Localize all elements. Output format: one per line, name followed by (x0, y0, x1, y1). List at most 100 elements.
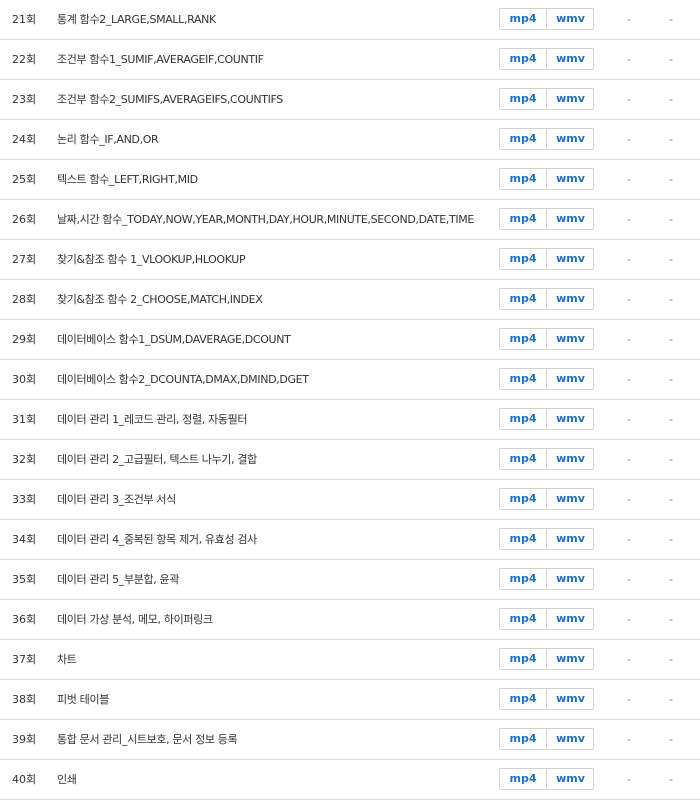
empty-cell: - (627, 733, 631, 746)
wmv-download-button[interactable]: wmv (547, 249, 594, 269)
mp4-download-button[interactable]: mp4 (500, 49, 547, 69)
download-button-group: mp4 wmv (499, 128, 594, 150)
lecture-number: 38회 (12, 693, 37, 706)
wmv-download-button[interactable]: wmv (547, 289, 594, 309)
download-button-group: mp4 wmv (499, 528, 594, 550)
lecture-title: 찾기&참조 함수 1_VLOOKUP,HLOOKUP (57, 253, 246, 266)
lecture-title: 피벗 테이블 (57, 693, 109, 706)
wmv-download-button[interactable]: wmv (547, 49, 594, 69)
empty-cell: - (669, 613, 673, 626)
lecture-row: 28회 찾기&참조 함수 2_CHOOSE,MATCH,INDEX mp4 wmv - - (0, 280, 700, 320)
lecture-number: 26회 (12, 213, 37, 226)
mp4-download-button[interactable]: mp4 (500, 289, 547, 309)
mp4-download-button[interactable]: mp4 (500, 609, 547, 629)
download-button-group: mp4 wmv (499, 368, 594, 390)
wmv-download-button[interactable]: wmv (547, 689, 594, 709)
mp4-download-button[interactable]: mp4 (500, 449, 547, 469)
lecture-number: 27회 (12, 253, 37, 266)
wmv-download-button[interactable]: wmv (547, 9, 594, 29)
download-button-group: mp4 wmv (499, 8, 594, 30)
lecture-number: 32회 (12, 453, 37, 466)
lecture-number: 37회 (12, 653, 37, 666)
wmv-download-button[interactable]: wmv (547, 89, 594, 109)
mp4-download-button[interactable]: mp4 (500, 689, 547, 709)
lecture-title: 데이터 관리 1_레코드 관리, 정렬, 자동필터 (57, 413, 248, 426)
empty-cell: - (669, 213, 673, 226)
mp4-download-button[interactable]: mp4 (500, 129, 547, 149)
download-button-group: mp4 wmv (499, 608, 594, 630)
mp4-download-button[interactable]: mp4 (500, 649, 547, 669)
download-button-group: mp4 wmv (499, 48, 594, 70)
wmv-download-button[interactable]: wmv (547, 409, 594, 429)
empty-cell: - (669, 693, 673, 706)
wmv-download-button[interactable]: wmv (547, 729, 594, 749)
lecture-row: 27회 찾기&참조 함수 1_VLOOKUP,HLOOKUP mp4 wmv - - (0, 240, 700, 280)
empty-cell: - (669, 453, 673, 466)
lecture-row: 29회 데이터베이스 함수1_DSUM,DAVERAGE,DCOUNT mp4 wmv… (0, 320, 700, 360)
empty-cell: - (669, 493, 673, 506)
wmv-download-button[interactable]: wmv (547, 609, 594, 629)
mp4-download-button[interactable]: mp4 (500, 769, 547, 789)
empty-cell: - (627, 573, 631, 586)
wmv-download-button[interactable]: wmv (547, 129, 594, 149)
download-button-group: mp4 wmv (499, 448, 594, 470)
empty-cell: - (627, 373, 631, 386)
mp4-download-button[interactable]: mp4 (500, 409, 547, 429)
empty-cell: - (669, 533, 673, 546)
lecture-number: 36회 (12, 613, 37, 626)
lecture-number: 29회 (12, 333, 37, 346)
empty-cell: - (669, 573, 673, 586)
wmv-download-button[interactable]: wmv (547, 649, 594, 669)
download-button-group: mp4 wmv (499, 248, 594, 270)
lecture-number: 21회 (12, 13, 37, 26)
lecture-title: 찾기&참조 함수 2_CHOOSE,MATCH,INDEX (57, 293, 263, 306)
lecture-row: 37회 차트 mp4 wmv - - (0, 640, 700, 680)
lecture-title: 데이터 관리 4_중복된 항목 제거, 유효성 검사 (57, 533, 257, 546)
mp4-download-button[interactable]: mp4 (500, 169, 547, 189)
empty-cell: - (669, 373, 673, 386)
mp4-download-button[interactable]: mp4 (500, 369, 547, 389)
lecture-row: 35회 데이터 관리 5_부분합, 윤곽 mp4 wmv - - (0, 560, 700, 600)
lecture-title: 데이터베이스 함수1_DSUM,DAVERAGE,DCOUNT (57, 333, 291, 346)
mp4-download-button[interactable]: mp4 (500, 529, 547, 549)
lecture-row: 23회 조건부 함수2_SUMIFS,AVERAGEIFS,COUNTIFS mp4… (0, 80, 700, 120)
download-button-group: mp4 wmv (499, 648, 594, 670)
lecture-number: 40회 (12, 773, 37, 786)
mp4-download-button[interactable]: mp4 (500, 249, 547, 269)
mp4-download-button[interactable]: mp4 (500, 329, 547, 349)
wmv-download-button[interactable]: wmv (547, 529, 594, 549)
lecture-title: 차트 (57, 653, 77, 666)
wmv-download-button[interactable]: wmv (547, 769, 594, 789)
mp4-download-button[interactable]: mp4 (500, 569, 547, 589)
empty-cell: - (627, 13, 631, 26)
mp4-download-button[interactable]: mp4 (500, 89, 547, 109)
lecture-title: 논리 함수_IF,AND,OR (57, 133, 159, 146)
lecture-title: 데이터 관리 3_조건부 서식 (57, 493, 176, 506)
wmv-download-button[interactable]: wmv (547, 569, 594, 589)
mp4-download-button[interactable]: mp4 (500, 489, 547, 509)
wmv-download-button[interactable]: wmv (547, 369, 594, 389)
wmv-download-button[interactable]: wmv (547, 489, 594, 509)
lecture-number: 22회 (12, 53, 37, 66)
empty-cell: - (627, 533, 631, 546)
empty-cell: - (627, 693, 631, 706)
lecture-number: 33회 (12, 493, 37, 506)
mp4-download-button[interactable]: mp4 (500, 209, 547, 229)
wmv-download-button[interactable]: wmv (547, 449, 594, 469)
empty-cell: - (627, 133, 631, 146)
lecture-row: 36회 데이터 가상 분석, 메모, 하이퍼링크 mp4 wmv - - (0, 600, 700, 640)
mp4-download-button[interactable]: mp4 (500, 729, 547, 749)
empty-cell: - (669, 13, 673, 26)
lecture-number: 23회 (12, 93, 37, 106)
download-button-group: mp4 wmv (499, 328, 594, 350)
wmv-download-button[interactable]: wmv (547, 329, 594, 349)
lecture-title: 데이터 관리 2_고급필터, 텍스트 나누기, 결합 (57, 453, 257, 466)
empty-cell: - (669, 253, 673, 266)
wmv-download-button[interactable]: wmv (547, 169, 594, 189)
wmv-download-button[interactable]: wmv (547, 209, 594, 229)
empty-cell: - (627, 293, 631, 306)
lecture-row: 26회 날짜,시간 함수_TODAY,NOW,YEAR,MONTH,DAY,HOU… (0, 200, 700, 240)
empty-cell: - (627, 613, 631, 626)
download-button-group: mp4 wmv (499, 168, 594, 190)
mp4-download-button[interactable]: mp4 (500, 9, 547, 29)
